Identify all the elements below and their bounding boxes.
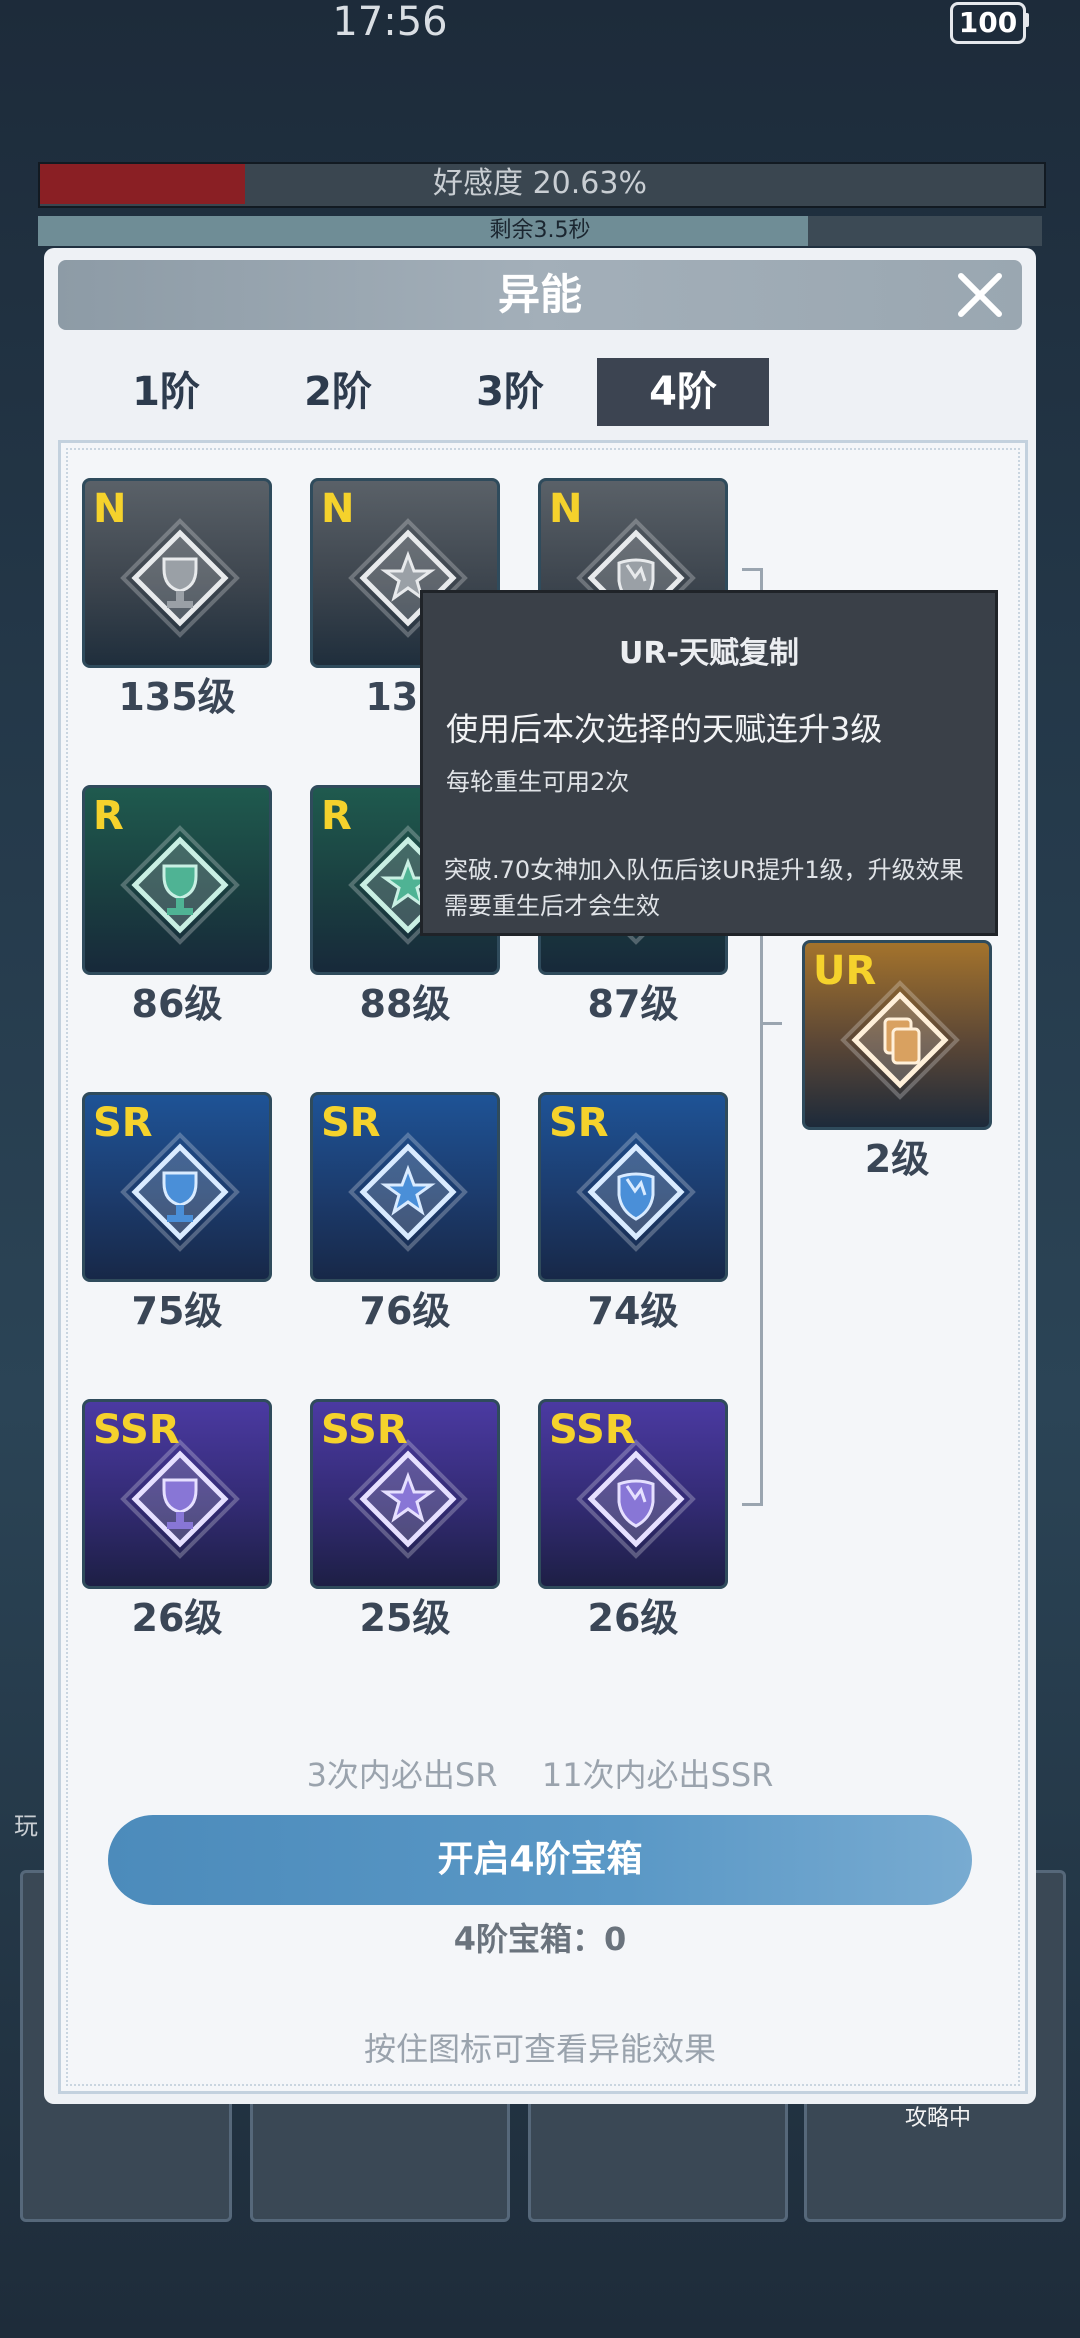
guarantee-sr: 3次内必出SR — [306, 1756, 498, 1794]
tier-connector — [760, 1022, 782, 1025]
open-chest-button[interactable]: 开启4阶宝箱 — [108, 1815, 972, 1905]
rarity-label: SR — [93, 1100, 153, 1146]
talent-level: 25级 — [359, 1596, 451, 1640]
talent-level: 2级 — [864, 1137, 930, 1181]
status-time: 17:56 — [332, 0, 448, 45]
tooltip-note: 突破.70女神加入队伍后该UR提升1级，升级效果需要重生后才会生效 — [444, 856, 964, 920]
tooltip-description: 使用后本次选择的天赋连升3级 — [446, 710, 883, 748]
talent-tile[interactable]: SSR — [310, 1399, 500, 1589]
battery-icon: 100 — [950, 2, 1026, 44]
chest-count: 4阶宝箱：0 — [453, 1920, 627, 1958]
tooltip-title: UR-天赋复制 — [619, 636, 799, 671]
tooltip-usage: 每轮重生可用2次 — [446, 768, 630, 796]
strategy-badge: 攻略中 — [904, 2106, 971, 2131]
remaining-text: 剩余3.5秒 — [489, 218, 591, 243]
rarity-label: SR — [549, 1100, 609, 1146]
rarity-label: SR — [321, 1100, 381, 1146]
ur-talent-tile[interactable]: UR — [802, 940, 992, 1130]
rarity-label: N — [321, 486, 355, 532]
talent-level: 74级 — [587, 1289, 679, 1333]
tab-tier-4[interactable]: 4阶 — [597, 358, 769, 426]
rarity-label: SSR — [321, 1407, 408, 1453]
rarity-label: N — [93, 486, 127, 532]
talent-tile[interactable]: SR — [82, 1092, 272, 1282]
rarity-label: N — [549, 486, 583, 532]
rarity-label: R — [93, 793, 124, 839]
talent-tile[interactable]: SR — [310, 1092, 500, 1282]
talent-tile[interactable]: N — [82, 478, 272, 668]
talent-level: 76级 — [359, 1289, 451, 1333]
tab-tier-3[interactable]: 3阶 — [424, 358, 596, 426]
guarantee-ssr: 11次内必出SSR — [541, 1756, 774, 1794]
talent-level: 135级 — [118, 675, 236, 719]
talent-level: 75级 — [131, 1289, 223, 1333]
talent-level: 26级 — [587, 1596, 679, 1640]
talent-level: 86级 — [131, 982, 223, 1026]
talent-level: 88级 — [359, 982, 451, 1026]
battery-tip — [1023, 13, 1029, 27]
talent-tile[interactable]: SR — [538, 1092, 728, 1282]
close-icon[interactable] — [955, 270, 1005, 320]
tab-tier-2[interactable]: 2阶 — [252, 358, 424, 426]
affection-text: 好感度 20.63% — [433, 166, 647, 201]
talent-tile[interactable]: R — [82, 785, 272, 975]
rarity-label: SSR — [549, 1407, 636, 1453]
guarantee-text: 3次内必出SR 11次内必出SSR — [58, 1750, 1022, 1796]
rarity-label: R — [321, 793, 352, 839]
rarity-label: UR — [813, 948, 877, 994]
rarity-label: SSR — [93, 1407, 180, 1453]
modal-title: 异能 — [497, 270, 582, 319]
tab-tier-1[interactable]: 1阶 — [80, 358, 252, 426]
talent-tile[interactable]: SSR — [82, 1399, 272, 1589]
talent-tile[interactable]: SSR — [538, 1399, 728, 1589]
talent-level: 87级 — [587, 982, 679, 1026]
hint-text: 按住图标可查看异能效果 — [363, 2030, 716, 2068]
talent-level: 26级 — [131, 1596, 223, 1640]
